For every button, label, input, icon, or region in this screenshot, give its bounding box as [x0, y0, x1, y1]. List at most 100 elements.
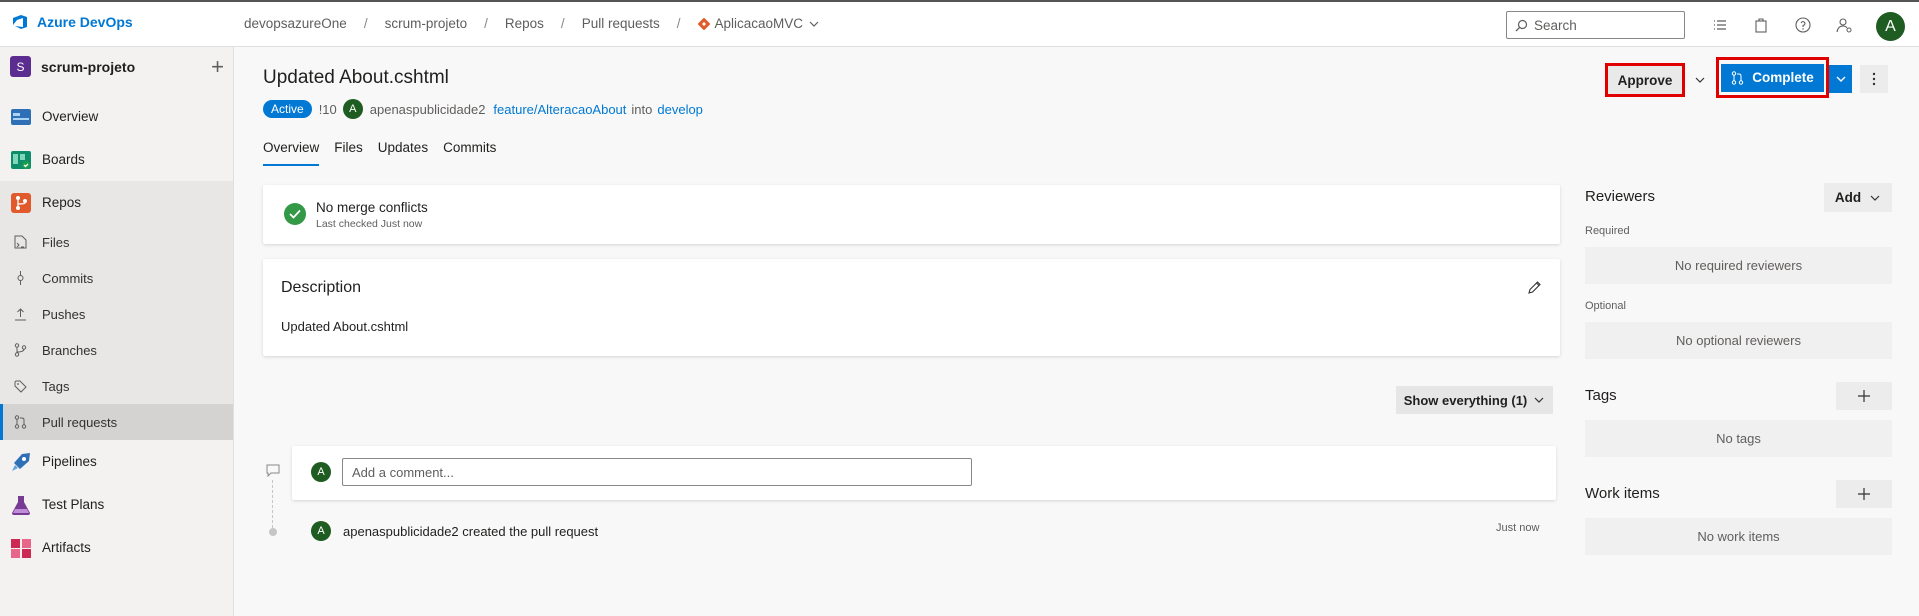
author-avatar[interactable]: A	[342, 99, 363, 119]
sidebar-item-overview[interactable]: Overview	[0, 95, 233, 138]
activity-event-time: Just now	[1496, 522, 1540, 534]
pr-meta: Active !10 A apenaspublicidade2 feature/…	[263, 99, 703, 119]
sidebar-item-label: Pull requests	[42, 414, 118, 430]
complete-button-body[interactable]: Complete	[1721, 63, 1824, 92]
work-items-title: Work items	[1585, 485, 1660, 502]
project-name: scrum-projeto	[41, 58, 136, 75]
help-icon[interactable]	[1794, 16, 1812, 34]
complete-options-button[interactable]	[1829, 65, 1852, 93]
files-icon	[14, 235, 27, 249]
tab-overview[interactable]: Overview	[263, 140, 320, 166]
branches-icon	[14, 343, 27, 357]
sidebar-item-label: Pushes	[42, 306, 86, 322]
sidebar-item-commits[interactable]: Commits	[0, 260, 233, 296]
sidebar-item-pipelines[interactable]: Pipelines	[0, 440, 233, 483]
user-avatar[interactable]: A	[1876, 12, 1905, 41]
sidebar-item-pull-requests[interactable]: Pull requests	[0, 404, 233, 440]
sidebar-item-label: Files	[42, 234, 70, 250]
add-tag-button[interactable]	[1836, 382, 1892, 410]
sidebar-item-label: Overview	[42, 109, 99, 124]
azure-devops-logo-icon	[12, 14, 28, 30]
breadcrumb-separator: /	[560, 16, 565, 31]
into-label: into	[631, 101, 653, 117]
timeline-connector	[272, 480, 273, 528]
repos-icon	[10, 192, 32, 214]
edit-pencil-icon[interactable]	[1527, 280, 1542, 295]
tab-commits[interactable]: Commits	[443, 140, 496, 166]
description-body: Updated About.cshtml	[281, 319, 409, 334]
approve-options-button[interactable]	[1688, 66, 1712, 94]
breadcrumb-separator: /	[484, 16, 488, 31]
breadcrumb-pull-requests[interactable]: Pull requests	[582, 16, 660, 31]
plus-icon	[1857, 389, 1871, 403]
comment-input[interactable]	[342, 458, 972, 486]
tags-icon	[14, 379, 27, 393]
artifacts-icon	[10, 537, 32, 559]
more-actions-button[interactable]	[1860, 65, 1888, 93]
approve-label: Approve	[1617, 72, 1673, 88]
complete-label: Complete	[1752, 70, 1814, 85]
search-placeholder: Search	[1534, 17, 1577, 33]
test-plans-icon	[10, 494, 32, 516]
sidebar-item-repos[interactable]: Repos	[0, 181, 233, 224]
sidebar-item-label: Test Plans	[42, 497, 105, 512]
success-check-icon	[284, 203, 306, 225]
activity-filter-button[interactable]: Show everything (1)	[1396, 386, 1553, 414]
work-items-empty: No work items	[1585, 518, 1892, 555]
commits-icon	[14, 271, 27, 285]
sidebar-item-tags[interactable]: Tags	[0, 368, 233, 404]
user-settings-icon[interactable]	[1835, 16, 1853, 34]
add-work-item-button[interactable]	[1836, 480, 1892, 508]
sidebar-item-branches[interactable]: Branches	[0, 332, 233, 368]
sidebar-item-test-plans[interactable]: Test Plans	[0, 483, 233, 526]
sidebar-item-label: Tags	[42, 378, 70, 394]
timeline-dot	[269, 528, 277, 536]
activity-event-text: apenaspublicidade2 created the pull requ…	[343, 523, 599, 539]
pr-tabs: Overview Files Updates Commits	[263, 140, 496, 166]
sidebar-item-pushes[interactable]: Pushes	[0, 296, 233, 332]
author-name[interactable]: apenaspublicidade2	[370, 102, 486, 117]
approve-button[interactable]: Approve	[1605, 63, 1685, 97]
pr-id: !10	[318, 101, 337, 117]
commenter-avatar: A	[311, 462, 331, 482]
search-box[interactable]: Search	[1506, 11, 1685, 39]
optional-reviewers-label: Optional	[1585, 300, 1626, 312]
breadcrumb-repos[interactable]: Repos	[505, 16, 544, 31]
sidebar-item-artifacts[interactable]: Artifacts	[0, 526, 233, 569]
tags-empty: No tags	[1585, 420, 1892, 457]
tags-title: Tags	[1585, 387, 1617, 404]
repo-selector[interactable]: AplicacaoMVC	[697, 16, 821, 31]
activity-filter-label: Show everything (1)	[1403, 392, 1528, 408]
pull-requests-icon	[14, 415, 27, 429]
sidebar-item-files[interactable]: Files	[0, 224, 233, 260]
chevron-down-icon	[1694, 74, 1706, 86]
complete-button[interactable]: Complete	[1716, 57, 1829, 98]
project-avatar: S	[10, 56, 31, 77]
sidebar-item-boards[interactable]: Boards	[0, 138, 233, 181]
tab-updates[interactable]: Updates	[378, 140, 428, 166]
brand-link[interactable]: Azure DevOps	[12, 14, 133, 30]
required-reviewers-label: Required	[1585, 225, 1630, 237]
add-reviewer-button[interactable]: Add	[1824, 183, 1892, 212]
activity-event-row: A apenaspublicidade2 created the pull re…	[311, 521, 598, 541]
add-reviewer-label: Add	[1834, 190, 1862, 205]
new-item-plus-icon[interactable]: +	[211, 55, 224, 77]
breadcrumb: devopsazureOne / scrum-projeto / Repos /…	[244, 16, 820, 31]
breadcrumb-project[interactable]: scrum-projeto	[385, 16, 468, 31]
tab-files[interactable]: Files	[334, 140, 363, 166]
event-avatar[interactable]: A	[311, 521, 331, 541]
merge-last-checked: Last checked Just now	[316, 218, 423, 230]
breadcrumb-organization[interactable]: devopsazureOne	[244, 16, 347, 31]
project-header[interactable]: S scrum-projeto +	[10, 55, 224, 77]
source-branch-link[interactable]: feature/AlteracaoAbout	[493, 102, 626, 117]
task-list-icon[interactable]	[1711, 16, 1729, 34]
boards-icon	[10, 149, 32, 171]
sidebar-item-label: Boards	[42, 152, 85, 167]
description-title: Description	[281, 279, 362, 296]
marketplace-bag-icon[interactable]	[1752, 16, 1770, 34]
target-branch-link[interactable]: develop	[657, 102, 703, 117]
optional-reviewers-empty: No optional reviewers	[1585, 322, 1892, 359]
top-bar: Azure DevOps devopsazureOne / scrum-proj…	[0, 0, 1919, 47]
brand-name: Azure DevOps	[37, 14, 133, 30]
sidebar-item-label: Commits	[42, 270, 94, 286]
